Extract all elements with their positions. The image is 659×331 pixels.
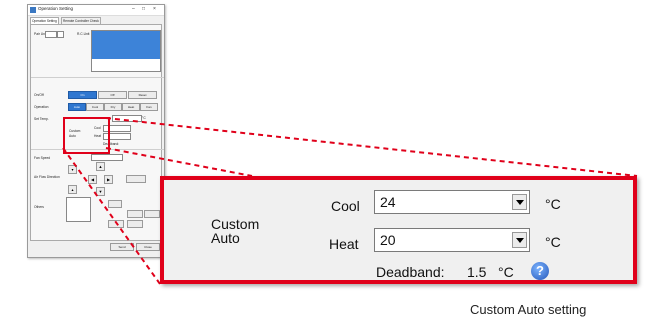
cool-value: 24 <box>380 194 396 210</box>
cool-unit: °C <box>545 196 561 212</box>
dropdown-arrow-icon[interactable] <box>512 232 527 248</box>
heat-label: Heat <box>329 236 359 252</box>
callout-line-mid <box>105 147 253 177</box>
deadband-value: 1.5 <box>467 264 487 280</box>
dropdown-arrow-icon[interactable] <box>512 194 527 210</box>
callout-line-left <box>62 147 161 285</box>
deadband-unit: °C <box>498 264 514 280</box>
callout-line-top <box>105 117 638 177</box>
figure-caption: Custom Auto setting <box>470 302 587 317</box>
custom-auto-title-line2: Auto <box>211 230 240 246</box>
custom-auto-zoom-panel: Custom Auto Cool 24 °C Heat 20 °C Deadba… <box>160 176 637 284</box>
heat-value: 20 <box>380 232 396 248</box>
cool-label: Cool <box>331 198 360 214</box>
heat-select[interactable]: 20 <box>374 228 530 252</box>
help-icon[interactable]: ? <box>531 262 549 280</box>
deadband-label: Deadband: <box>376 264 445 280</box>
heat-unit: °C <box>545 234 561 250</box>
cool-select[interactable]: 24 <box>374 190 530 214</box>
